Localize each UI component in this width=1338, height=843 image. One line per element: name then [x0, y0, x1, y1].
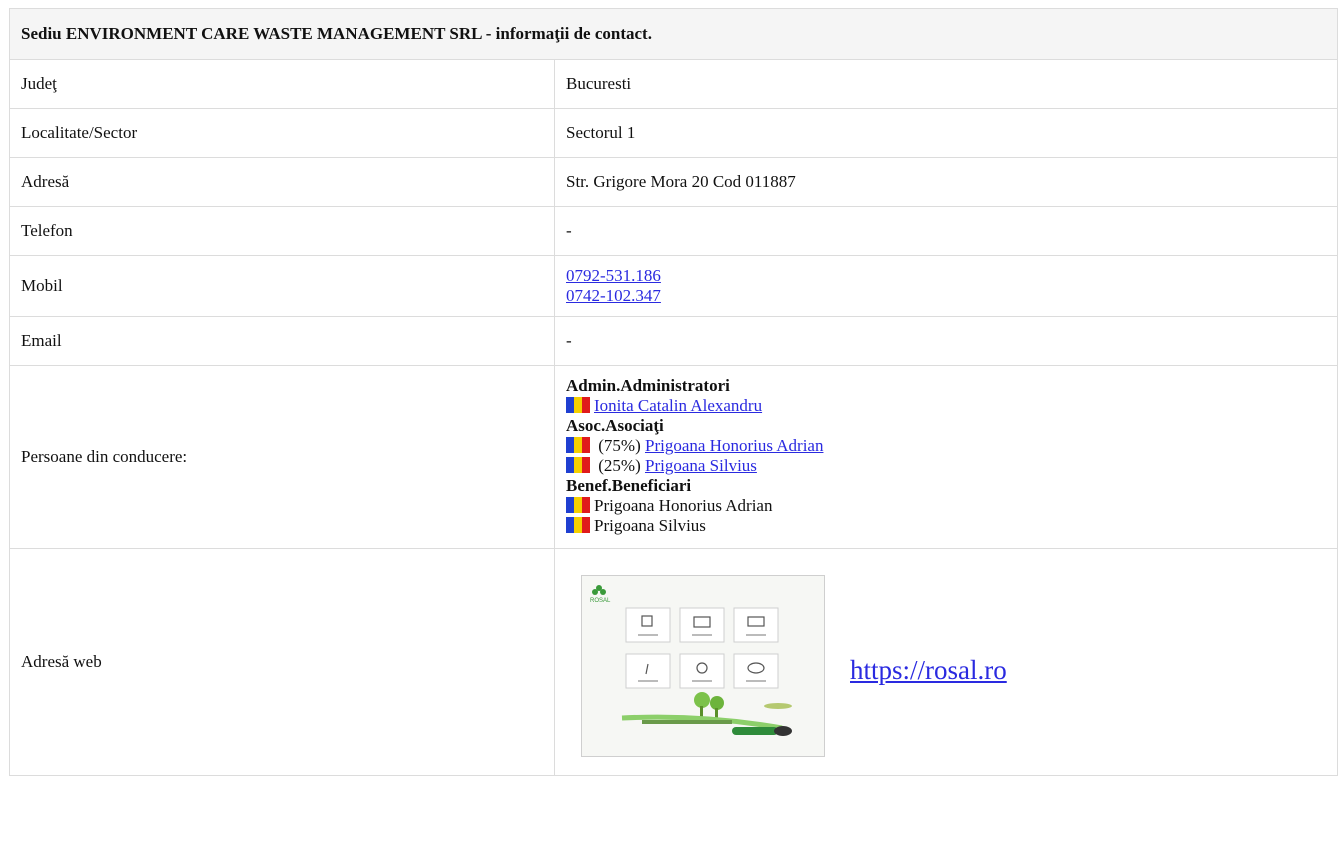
table-row: Persoane din conducere: Admin.Administra… [9, 365, 1338, 549]
web-cell: ROSAL https://rosal.ro [554, 548, 1338, 776]
person-link[interactable]: Ionita Catalin Alexandru [594, 396, 762, 415]
row-value: - [554, 206, 1338, 256]
flag-romania-icon [566, 497, 590, 513]
table-row: Email - [9, 316, 1338, 366]
flag-romania-icon [566, 517, 590, 533]
row-value: Bucuresti [554, 59, 1338, 109]
table-row: Adresă Str. Grigore Mora 20 Cod 011887 [9, 157, 1338, 207]
row-label: Adresă web [9, 548, 555, 776]
person-name: Prigoana Honorius Adrian [594, 496, 773, 515]
list-item: Prigoana Honorius Adrian [566, 496, 1326, 516]
list-item: Prigoana Silvius [566, 516, 1326, 536]
website-preview-image: ROSAL [582, 576, 824, 756]
person-name: Prigoana Silvius [594, 516, 706, 535]
flag-romania-icon [566, 397, 590, 413]
table-row: Telefon - [9, 206, 1338, 256]
row-label: Localitate/Sector [9, 108, 555, 158]
section-heading: Admin.Administratori [566, 376, 730, 395]
website-link[interactable]: https://rosal.ro [850, 655, 1007, 685]
person-link[interactable]: Prigoana Silvius [645, 456, 757, 475]
table-row: Adresă web ROSAL https://rosal.ro [9, 548, 1338, 776]
table-row: Mobil 0792-531.186 0742-102.347 [9, 255, 1338, 317]
row-value: Sectorul 1 [554, 108, 1338, 158]
flag-romania-icon [566, 457, 590, 473]
persons-cell: Admin.Administratori Ionita Catalin Alex… [554, 365, 1338, 549]
section-heading: Asoc.Asociaţi [566, 416, 664, 435]
contact-table: Sediu ENVIRONMENT CARE WASTE MANAGEMENT … [9, 8, 1338, 776]
row-value: - [554, 316, 1338, 366]
table-row: Judeţ Bucuresti [9, 59, 1338, 109]
row-label: Persoane din conducere: [9, 365, 555, 549]
row-label: Telefon [9, 206, 555, 256]
phone-link[interactable]: 0742-102.347 [566, 286, 661, 305]
share-percent: (75%) [598, 436, 641, 455]
row-label: Judeţ [9, 59, 555, 109]
table-header-row: Sediu ENVIRONMENT CARE WASTE MANAGEMENT … [9, 8, 1338, 60]
row-label: Mobil [9, 255, 555, 317]
list-item: (75%) Prigoana Honorius Adrian [566, 436, 1326, 456]
share-percent: (25%) [598, 456, 641, 475]
website-thumbnail[interactable]: ROSAL [581, 575, 825, 757]
table-title: Sediu ENVIRONMENT CARE WASTE MANAGEMENT … [9, 8, 1338, 60]
list-item: Ionita Catalin Alexandru [566, 396, 1326, 416]
row-label: Email [9, 316, 555, 366]
person-link[interactable]: Prigoana Honorius Adrian [645, 436, 823, 455]
row-label: Adresă [9, 157, 555, 207]
thumb-brand: ROSAL [590, 598, 611, 604]
table-row: Localitate/Sector Sectorul 1 [9, 108, 1338, 158]
row-value: Str. Grigore Mora 20 Cod 011887 [554, 157, 1338, 207]
section-heading: Benef.Beneficiari [566, 476, 692, 495]
row-value: 0792-531.186 0742-102.347 [554, 255, 1338, 317]
list-item: (25%) Prigoana Silvius [566, 456, 1326, 476]
flag-romania-icon [566, 437, 590, 453]
phone-link[interactable]: 0792-531.186 [566, 266, 661, 285]
